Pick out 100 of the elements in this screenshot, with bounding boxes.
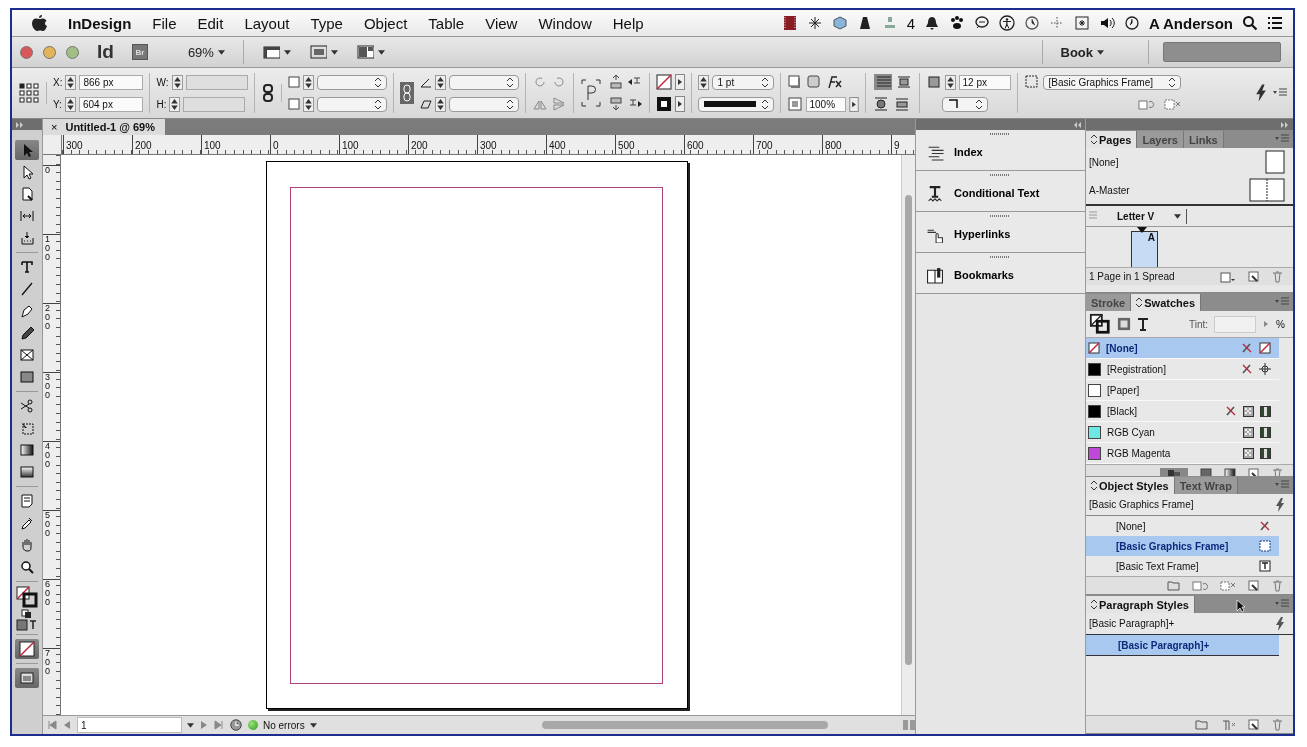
panel-menu-icon[interactable] [1273,88,1287,98]
keyboard-icon[interactable] [1074,15,1091,31]
corner-options-icon[interactable] [925,74,942,90]
scale-y-field[interactable] [316,96,387,112]
scale-x-field[interactable] [316,74,387,90]
no-wrap-icon[interactable] [871,74,892,90]
document-tab[interactable]: × Untitled-1 @ 69% [43,119,165,135]
stepper-button[interactable] [65,74,77,90]
object-style-icon[interactable] [1023,74,1040,90]
clear-overrides-icon[interactable] [1220,718,1236,731]
accessibility-icon[interactable] [999,15,1016,31]
first-page-icon[interactable] [47,720,57,730]
zoom-button[interactable] [66,45,79,59]
apply-none-button[interactable] [15,639,39,659]
stepper-button[interactable] [697,74,709,90]
new-item-icon[interactable] [1248,579,1260,592]
menu-item[interactable]: Object [363,14,408,32]
panel-tab[interactable]: Text Wrap [1174,477,1238,494]
style-row[interactable]: [None] [1086,516,1279,536]
panel-tab[interactable]: Pages [1086,131,1138,148]
width-field[interactable] [185,74,248,90]
panel-button[interactable]: Bookmarks [916,253,1085,294]
paw-icon[interactable] [949,15,966,31]
new-item-icon[interactable] [1248,718,1260,731]
panel-tab[interactable]: Object Styles [1086,477,1175,494]
close-button[interactable] [20,45,33,59]
stroke-swatch-icon[interactable] [655,96,672,112]
stroke-type-dropdown[interactable] [697,96,774,112]
default-colors-icon[interactable] [21,609,33,619]
search-field[interactable] [1163,42,1281,62]
film-icon[interactable] [781,15,798,31]
zoom-level-dropdown[interactable]: 69% [183,44,229,60]
constrain-proportions-icon[interactable] [260,84,275,102]
panel-tab[interactable]: Paragraph Styles [1086,596,1195,613]
stepper-button[interactable] [171,74,183,90]
trash-icon[interactable] [1272,718,1283,731]
panel-button[interactable]: Hyperlinks [916,212,1085,253]
style-row[interactable]: [Basic Graphics Frame] [1086,536,1279,556]
panel-tab[interactable]: Layers [1137,131,1184,148]
menu-item[interactable]: Edit [197,14,224,32]
stepper-button[interactable] [169,96,181,112]
scale-y-icon[interactable] [287,98,300,110]
clear-overrides-icon[interactable] [1192,579,1208,592]
clear-attributes-icon[interactable] [1220,579,1236,592]
page-thumbnail[interactable]: A [1131,231,1158,267]
swatch-row[interactable]: [Black] [1086,401,1279,422]
user-name[interactable]: A Anderson [1149,14,1233,32]
chat-bubble-icon[interactable] [974,15,991,31]
x-position-field[interactable]: 866 px [79,74,144,90]
menu-item[interactable]: Window [538,14,592,32]
expand-arrows-icon[interactable] [1281,121,1289,128]
swatch-row[interactable]: [None] [1086,338,1279,359]
search-icon[interactable] [1242,15,1258,31]
stepper-button[interactable] [302,96,314,112]
scale-x-icon[interactable] [287,76,300,88]
folder-icon[interactable] [1167,580,1180,591]
corner-size-field[interactable]: 12 px [958,74,1011,90]
object-style-dropdown[interactable]: [Basic Graphics Frame] [1042,74,1181,90]
swatch-row[interactable]: RGB Cyan [1086,422,1279,443]
swatch-row[interactable]: [Paper] [1086,380,1279,401]
menu-item[interactable]: Layout [244,14,290,32]
panel-menu-icon[interactable] [1275,134,1289,144]
preflight-icon[interactable] [229,718,243,732]
link-icon[interactable] [399,82,414,104]
panel-menu-icon[interactable] [1275,297,1289,307]
select-container-icon[interactable] [607,74,624,90]
bell-icon[interactable] [924,15,941,31]
clear-attributes-icon[interactable] [1162,96,1181,112]
panel-button[interactable]: Conditional Text [916,171,1085,212]
panel-button[interactable]: Index [916,130,1085,171]
selection-tool[interactable] [15,140,39,160]
stepper-button[interactable] [434,96,446,112]
app-menu[interactable]: InDesign [68,14,132,32]
clock-icon[interactable] [1124,15,1141,31]
apple-logo-icon[interactable] [32,14,47,32]
tint-field[interactable] [1214,315,1257,333]
folder-icon[interactable] [1195,719,1208,730]
formatting-container-icon[interactable] [1117,317,1131,331]
rotation-field[interactable] [448,74,519,90]
new-item-icon[interactable] [1248,270,1260,283]
trash-icon[interactable] [1272,579,1283,592]
box-icon[interactable] [831,15,848,31]
collapse-arrows-icon[interactable] [1073,121,1081,128]
stroke-weight-field[interactable]: 1 pt [711,74,774,90]
trash-icon[interactable] [1272,270,1283,283]
corner-shape-dropdown[interactable] [941,96,988,112]
minimize-button[interactable] [43,45,56,59]
style-row[interactable]: [Basic Text Frame] [1086,556,1279,576]
quick-apply-icon[interactable] [1255,83,1267,103]
panel-tab[interactable]: Swatches [1131,294,1201,311]
scrollbar-thumb[interactable] [541,721,828,729]
menu-item[interactable]: File [152,14,177,32]
scrollbar-thumb[interactable] [905,195,912,665]
select-content-icon[interactable] [607,96,624,112]
opacity-field[interactable]: 100% [805,96,846,112]
shear-field[interactable] [448,96,519,112]
menu-item[interactable]: Type [310,14,343,32]
drop-shadow-icon[interactable] [786,74,803,90]
fill-swatch-icon[interactable] [655,74,672,90]
screen-mode-button[interactable] [15,668,39,688]
